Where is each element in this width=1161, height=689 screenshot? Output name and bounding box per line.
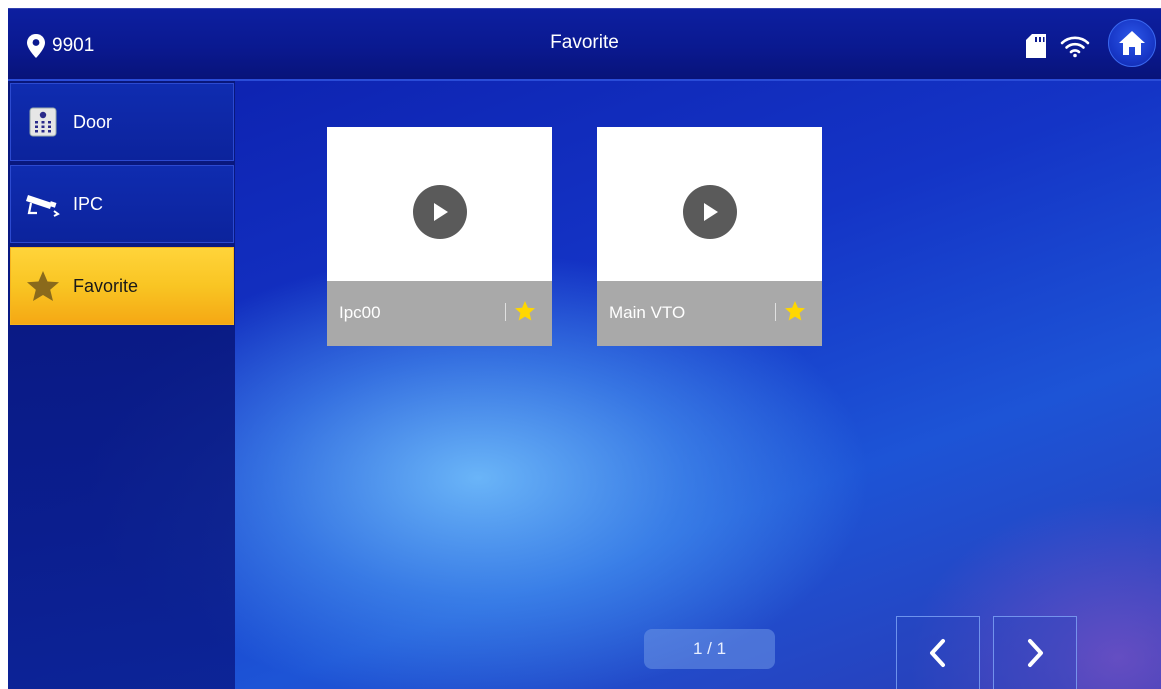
tile-caption-bar: Ipc00 xyxy=(327,281,552,346)
sidebar-item-label: IPC xyxy=(73,193,104,214)
screen: 9901 Favorite Door IPC Favorite Ipc00 Ma… xyxy=(8,8,1161,689)
header-bar: 9901 Favorite xyxy=(8,8,1161,81)
camera-icon xyxy=(25,186,61,222)
favorite-tile-main-vto[interactable]: Main VTO xyxy=(597,127,822,346)
divider xyxy=(505,303,506,321)
sd-card-icon xyxy=(1026,34,1046,58)
favorite-tile-ipc00[interactable]: Ipc00 xyxy=(327,127,552,346)
home-icon xyxy=(1119,31,1145,55)
chevron-right-icon xyxy=(1028,639,1043,667)
sidebar-item-ipc[interactable]: IPC xyxy=(10,165,234,243)
play-icon[interactable] xyxy=(413,185,467,239)
chevron-left-icon xyxy=(930,639,945,667)
tile-name: Main VTO xyxy=(609,303,686,322)
play-icon[interactable] xyxy=(683,185,737,239)
star-icon[interactable] xyxy=(514,300,536,322)
sidebar-item-label: Door xyxy=(73,111,113,132)
star-icon xyxy=(25,268,61,304)
sidebar-item-door[interactable]: Door xyxy=(10,83,234,161)
home-button[interactable] xyxy=(1108,19,1156,67)
wifi-icon xyxy=(1060,36,1090,58)
tile-caption-bar: Main VTO xyxy=(597,281,822,346)
star-icon[interactable] xyxy=(784,300,806,322)
sidebar-item-label: Favorite xyxy=(73,275,139,296)
sidebar-item-favorite[interactable]: Favorite xyxy=(10,247,234,325)
next-page-button[interactable] xyxy=(993,616,1077,689)
previous-page-button[interactable] xyxy=(896,616,980,689)
page-title: Favorite xyxy=(550,32,619,53)
divider xyxy=(775,303,776,321)
tile-name: Ipc00 xyxy=(339,303,381,322)
page-indicator: 1 / 1 xyxy=(644,629,775,669)
sidebar: Door IPC Favorite xyxy=(8,81,235,689)
door-keypad-icon xyxy=(25,104,61,140)
